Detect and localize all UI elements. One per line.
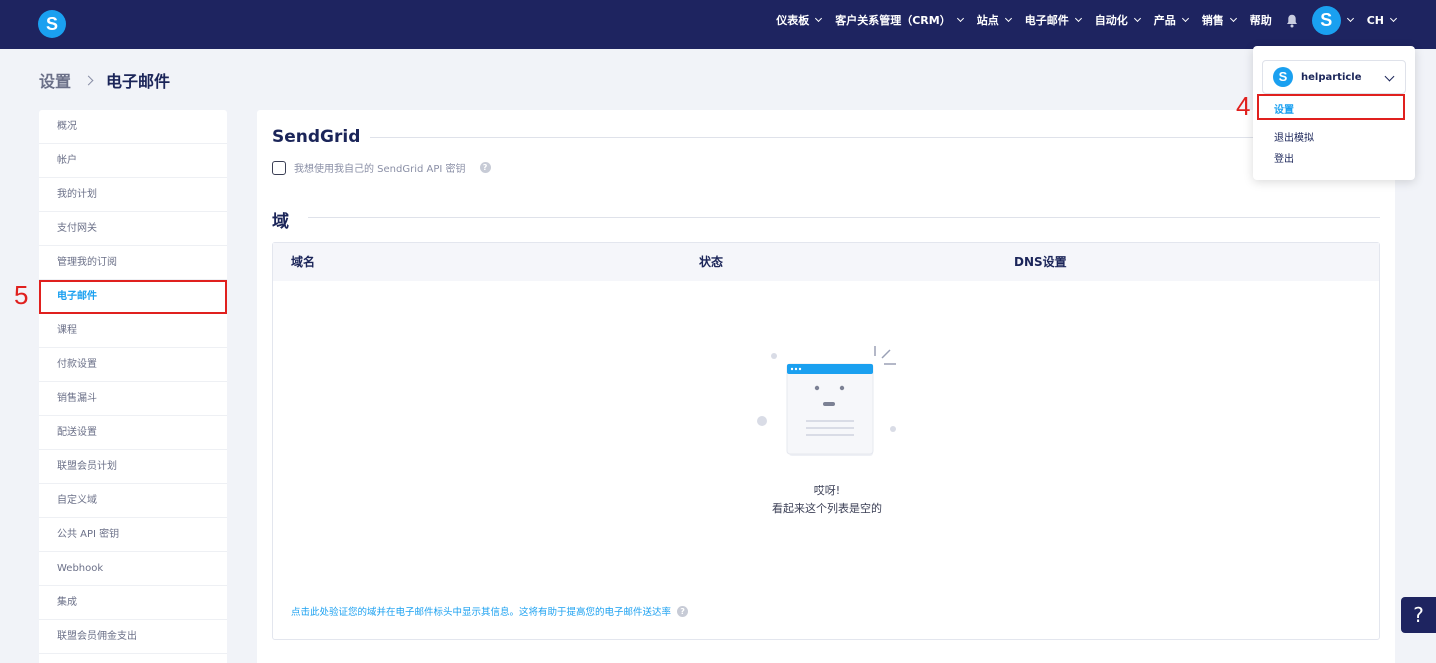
section-divider [308, 217, 1380, 218]
breadcrumb-current: 电子邮件 [106, 72, 171, 91]
column-header-status: 状态 [699, 255, 724, 269]
nav-crm[interactable]: 客户关系管理（CRM） [835, 12, 964, 28]
chevron-down-icon [1074, 14, 1082, 23]
account-logo: S [1273, 67, 1293, 87]
sidebar-item-payment-gateways[interactable]: 支付网关 [39, 212, 227, 246]
sidebar-item-affiliate-program[interactable]: 联盟会员计划 [39, 450, 227, 484]
chevron-down-icon [1004, 14, 1012, 23]
sidebar-item-sales-funnels[interactable]: 销售漏斗 [39, 382, 227, 416]
sidebar-item-payment-settings[interactable]: 付款设置 [39, 348, 227, 382]
email-settings-panel: SendGrid 我想使用我自己的 SendGrid API 密钥 ? 域 域名… [257, 110, 1395, 663]
sidebar-item-courses[interactable]: 课程 [39, 314, 227, 348]
chevron-down-icon [956, 14, 964, 23]
nav-dashboard[interactable]: 仪表板 [776, 12, 823, 28]
account-name: helparticle [1301, 71, 1362, 83]
section-divider [370, 137, 1380, 138]
user-menu[interactable]: S [1311, 5, 1354, 35]
domain-table: 域名 状态 DNS设置 哎呀! 看起来这个列表是空的 点击此处验证您的域并在电子… [272, 242, 1380, 640]
empty-message-title: 哎呀! [813, 484, 841, 497]
avatar: S [1311, 5, 1341, 35]
menu-item-settings[interactable]: 设置 [1274, 101, 1294, 116]
sidebar-item-affiliate-payouts[interactable]: 联盟会员佣金支出 [39, 620, 227, 654]
step-annotation-5: 5 [14, 280, 29, 310]
info-icon[interactable]: ? [479, 162, 491, 173]
chevron-down-icon [1346, 14, 1354, 23]
verify-domain-link[interactable]: 点击此处验证您的域并在电子邮件标头中显示其信息。这将有助于提高您的电子邮件送达率… [291, 604, 689, 618]
sidebar-item-public-api-keys[interactable]: 公共 API 密钥 [39, 518, 227, 552]
chevron-down-icon [1133, 14, 1141, 23]
chevron-down-icon [1181, 14, 1189, 23]
nav-email[interactable]: 电子邮件 [1025, 12, 1082, 28]
nav-sales[interactable]: 销售 [1202, 12, 1237, 28]
nav-sites[interactable]: 站点 [977, 12, 1012, 28]
step-annotation-4: 4 [1236, 91, 1251, 121]
sendgrid-own-key-checkbox[interactable] [272, 160, 286, 175]
account-selector[interactable]: S helparticle [1262, 60, 1406, 94]
app-logo[interactable]: S [38, 10, 66, 38]
menu-item-logout[interactable]: 登出 [1274, 150, 1294, 165]
sidebar-item-manage-subscription[interactable]: 管理我的订阅 [39, 246, 227, 280]
chevron-down-icon [1384, 71, 1395, 82]
user-dropdown-menu: S helparticle 设置 退出模拟 登出 [1253, 46, 1415, 180]
sidebar-item-account[interactable]: 帐户 [39, 144, 227, 178]
sidebar-item-custom-domain[interactable]: 自定义域 [39, 484, 227, 518]
nav-products[interactable]: 产品 [1154, 12, 1189, 28]
sendgrid-own-key-row: 我想使用我自己的 SendGrid API 密钥 ? [272, 160, 491, 175]
chevron-down-icon [1229, 14, 1237, 23]
nav-help[interactable]: 帮助 [1250, 12, 1272, 28]
nav-automation[interactable]: 自动化 [1095, 12, 1141, 28]
sidebar-item-webhook[interactable]: Webhook [39, 552, 227, 586]
sendgrid-own-key-label[interactable]: 我想使用我自己的 SendGrid API 密钥 [294, 160, 466, 175]
sidebar-item-email[interactable]: 电子邮件 [39, 280, 227, 314]
nav-menu: 仪表板 客户关系管理（CRM） 站点 电子邮件 自动化 产品 销售 帮助 S C… [776, 0, 1398, 40]
breadcrumb: 设置 电子邮件 [39, 68, 170, 92]
chevron-down-icon [815, 14, 823, 23]
column-header-domain: 域名 [291, 255, 316, 269]
top-navbar: S 仪表板 客户关系管理（CRM） 站点 电子邮件 自动化 产品 销售 帮助 S… [0, 0, 1436, 49]
table-header: 域名 状态 DNS设置 [273, 243, 1379, 281]
domain-title: 域 [272, 212, 289, 232]
sidebar-item-integrations[interactable]: 集成 [39, 586, 227, 620]
language-switcher[interactable]: CH [1367, 14, 1398, 27]
menu-item-exit-impersonation[interactable]: 退出模拟 [1274, 129, 1314, 144]
bell-icon[interactable] [1286, 14, 1298, 27]
verify-domain-link-text[interactable]: 点击此处验证您的域并在电子邮件标头中显示其信息。这将有助于提高您的电子邮件送达率 [291, 604, 671, 618]
help-button[interactable]: ? [1401, 597, 1436, 633]
empty-list-illustration [753, 338, 903, 468]
sendgrid-title: SendGrid [272, 127, 361, 147]
breadcrumb-parent[interactable]: 设置 [39, 68, 71, 92]
column-header-dns: DNS设置 [1014, 255, 1067, 269]
empty-message-body: 看起来这个列表是空的 [772, 502, 882, 515]
sidebar-item-my-plan[interactable]: 我的计划 [39, 178, 227, 212]
settings-sidebar: 概况 帐户 我的计划 支付网关 管理我的订阅 电子邮件 课程 付款设置 销售漏斗… [39, 110, 227, 663]
info-icon[interactable]: ? [677, 605, 689, 617]
sidebar-item-overview[interactable]: 概况 [39, 110, 227, 144]
sidebar-item-shipping-settings[interactable]: 配送设置 [39, 416, 227, 450]
chevron-right-icon [83, 75, 94, 85]
chevron-down-icon [1389, 14, 1398, 23]
